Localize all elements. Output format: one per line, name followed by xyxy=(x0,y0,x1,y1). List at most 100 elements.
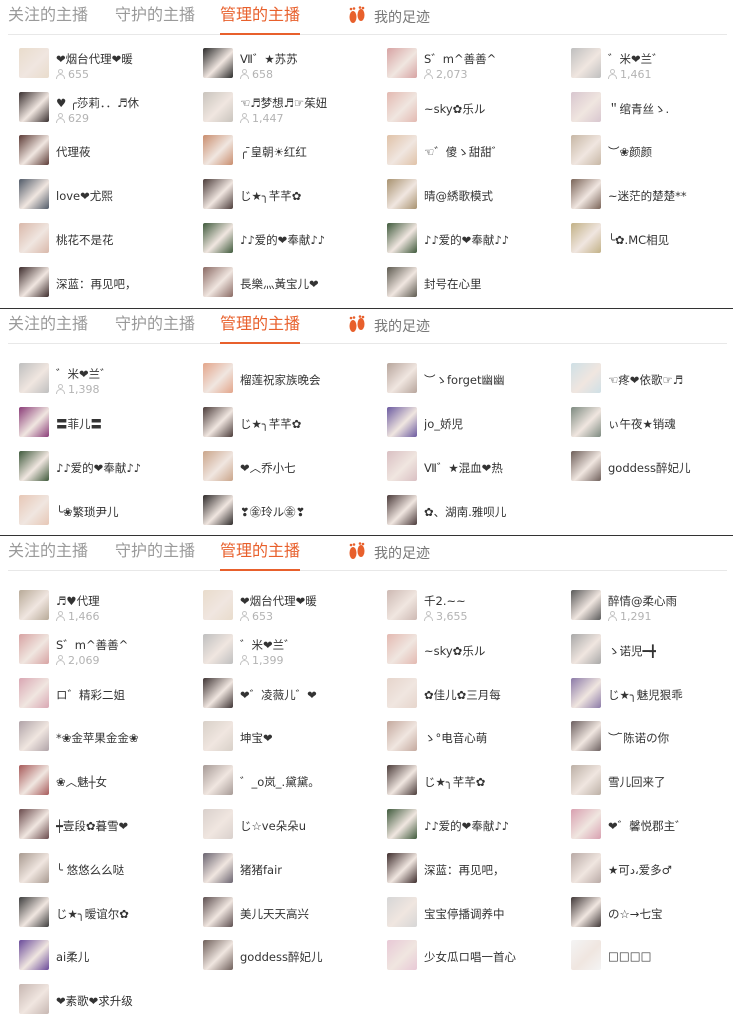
anchor-item[interactable]: 坤宝❤ xyxy=(203,721,378,757)
avatar[interactable] xyxy=(387,896,417,927)
avatar[interactable] xyxy=(19,363,49,393)
anchor-name[interactable]: ✿佳儿✿三月每 xyxy=(424,687,501,703)
anchor-name[interactable]: 醉情@柔心雨 xyxy=(608,593,677,609)
anchor-item[interactable]: jo_娇児 xyxy=(387,407,562,443)
avatar[interactable] xyxy=(571,677,601,708)
avatar[interactable] xyxy=(387,765,417,796)
anchor-item[interactable]: ♪♪爱的❤奉献♪♪ xyxy=(19,451,194,487)
anchor-name[interactable]: ☜疼❤依歌☞♬ xyxy=(608,372,683,388)
anchor-name[interactable]: ♪♪爱的❤奉献♪♪ xyxy=(424,232,509,248)
anchor-name[interactable]: goddess醉妃儿 xyxy=(608,460,691,476)
avatar[interactable] xyxy=(203,495,233,525)
anchor-item[interactable]: ❣㊎玲ル㊎❣ xyxy=(203,495,378,531)
anchor-name[interactable]: ❣㊎玲ル㊎❣ xyxy=(240,504,305,520)
anchor-name[interactable]: の☆→七宝 xyxy=(608,906,662,922)
avatar[interactable] xyxy=(19,590,49,620)
anchor-name[interactable]: S゛m^善善^ xyxy=(56,637,128,653)
avatar[interactable] xyxy=(203,590,233,620)
avatar[interactable] xyxy=(19,135,49,166)
anchor-item[interactable]: ~sky✿乐ル xyxy=(387,633,562,670)
avatar[interactable] xyxy=(19,179,49,210)
anchor-name[interactable]: 榴莲祝家族晚会 xyxy=(240,372,321,388)
avatar[interactable] xyxy=(571,809,601,839)
anchor-name[interactable]: ❀︿魅┼女 xyxy=(56,774,107,790)
avatar[interactable] xyxy=(571,721,601,752)
anchor-item[interactable]: 雪儿回来了 xyxy=(571,765,733,801)
avatar[interactable] xyxy=(387,222,417,253)
avatar[interactable] xyxy=(19,677,49,708)
anchor-name[interactable]: ロ゛精彩二姐 xyxy=(56,687,125,703)
avatar[interactable] xyxy=(571,363,601,393)
avatar[interactable] xyxy=(203,852,233,883)
anchor-name[interactable]: 長樂灬黃宝儿❤ xyxy=(240,276,319,292)
anchor-item[interactable]: ロ゛精彩二姐 xyxy=(19,677,194,714)
anchor-item[interactable]: 深蓝：再见吧， xyxy=(19,266,194,303)
avatar[interactable] xyxy=(387,179,417,210)
anchor-name[interactable]: *❀金苹果金金❀ xyxy=(56,730,139,746)
avatar[interactable] xyxy=(19,91,49,122)
avatar[interactable] xyxy=(387,495,417,525)
anchor-item[interactable]: ︶❀颜颜 xyxy=(571,135,733,171)
avatar[interactable] xyxy=(387,852,417,883)
anchor-name[interactable]: 封号在心里 xyxy=(424,276,482,292)
anchor-item[interactable]: 猪猪fair xyxy=(203,852,378,889)
anchor-item[interactable]: 少女瓜ロ唱一首心 xyxy=(387,940,562,976)
anchor-name[interactable]: ╰❀繁琐尹儿 xyxy=(56,504,119,520)
avatar[interactable] xyxy=(571,91,601,122)
tab-following[interactable]: 关注的主播 xyxy=(8,540,88,570)
anchor-item[interactable]: 千2.~~ 3,655 xyxy=(387,590,562,626)
anchor-name[interactable]: ╰✿.MC相见 xyxy=(608,232,669,248)
anchor-item[interactable]: 〓菲儿〓 xyxy=(19,407,194,443)
anchor-name[interactable]: 代理莜 xyxy=(56,144,91,160)
avatar[interactable] xyxy=(19,633,49,664)
anchor-name[interactable]: ゛米❤兰゛ xyxy=(56,366,112,382)
avatar[interactable] xyxy=(571,633,601,664)
anchor-item[interactable]: S゛m^善善^ 2,073 xyxy=(387,48,562,84)
anchor-name[interactable]: ♪♪爱的❤奉献♪♪ xyxy=(240,232,325,248)
avatar[interactable] xyxy=(571,407,601,437)
anchor-item[interactable]: ╰❀繁琐尹儿 xyxy=(19,495,194,531)
avatar[interactable] xyxy=(203,222,233,253)
avatar[interactable] xyxy=(387,633,417,664)
avatar[interactable] xyxy=(571,179,601,210)
avatar[interactable] xyxy=(203,407,233,437)
anchor-item[interactable]: じ★╮芊芊✿ xyxy=(203,179,378,215)
anchor-name[interactable]: ♪♪爱的❤奉献♪♪ xyxy=(424,818,509,834)
anchor-name[interactable]: ゝ°电音心萌 xyxy=(424,730,487,746)
avatar[interactable] xyxy=(387,809,417,839)
anchor-item[interactable]: 醉情@柔心雨 1,291 xyxy=(571,590,733,626)
anchor-name[interactable]: jo_娇児 xyxy=(424,416,463,432)
avatar[interactable] xyxy=(571,135,601,166)
anchor-item[interactable]: じ☆ve朵朵u xyxy=(203,809,378,845)
anchor-item[interactable]: じ★╮魅児狠乖 xyxy=(571,677,733,714)
anchor-item[interactable]: ☜疼❤依歌☞♬ xyxy=(571,363,733,399)
anchor-name[interactable]: Ⅶ゛★混血❤热 xyxy=(424,460,503,476)
avatar[interactable] xyxy=(203,633,233,664)
anchor-item[interactable]: ☜♬梦想♬☞茱妞 1,447 xyxy=(203,91,378,128)
anchor-item[interactable]: ❤︿乔小七 xyxy=(203,451,378,487)
avatar[interactable] xyxy=(203,809,233,839)
anchor-name[interactable]: ╰ 悠悠么么哒 xyxy=(56,862,124,878)
tab-guarding[interactable]: 守护的主播 xyxy=(115,313,195,343)
anchor-name[interactable]: ︶ ̄陈诺の你 xyxy=(608,730,669,746)
anchor-name[interactable]: ＂绾青丝ゝ. xyxy=(608,101,669,117)
avatar[interactable] xyxy=(19,407,49,437)
anchor-name[interactable]: S゛m^善善^ xyxy=(424,51,496,67)
avatar[interactable] xyxy=(387,91,417,122)
avatar[interactable] xyxy=(19,451,49,481)
anchor-item[interactable]: love❤尤熙 xyxy=(19,179,194,215)
anchor-name[interactable]: □□□□ xyxy=(608,949,651,963)
avatar[interactable] xyxy=(571,852,601,883)
anchor-name[interactable]: 宝宝停播调养中 xyxy=(424,906,505,922)
anchor-item[interactable]: ♬♥代理 1,466 xyxy=(19,590,194,626)
avatar[interactable] xyxy=(203,940,233,971)
anchor-name[interactable]: 〓菲儿〓 xyxy=(56,416,102,432)
avatar[interactable] xyxy=(571,765,601,796)
anchor-item[interactable]: Ⅶ゛★混血❤热 xyxy=(387,451,562,487)
avatar[interactable] xyxy=(571,896,601,927)
anchor-item[interactable]: ❤素歌❤求升级 xyxy=(19,984,194,1020)
anchor-item[interactable]: ゛_o岚_.黛黛。 xyxy=(203,765,378,801)
anchor-item[interactable]: 宝宝停播调养中 xyxy=(387,896,562,933)
anchor-name[interactable]: ❤゛馨悦郡主゛ xyxy=(608,818,687,834)
anchor-item[interactable]: □□□□ xyxy=(571,940,733,976)
